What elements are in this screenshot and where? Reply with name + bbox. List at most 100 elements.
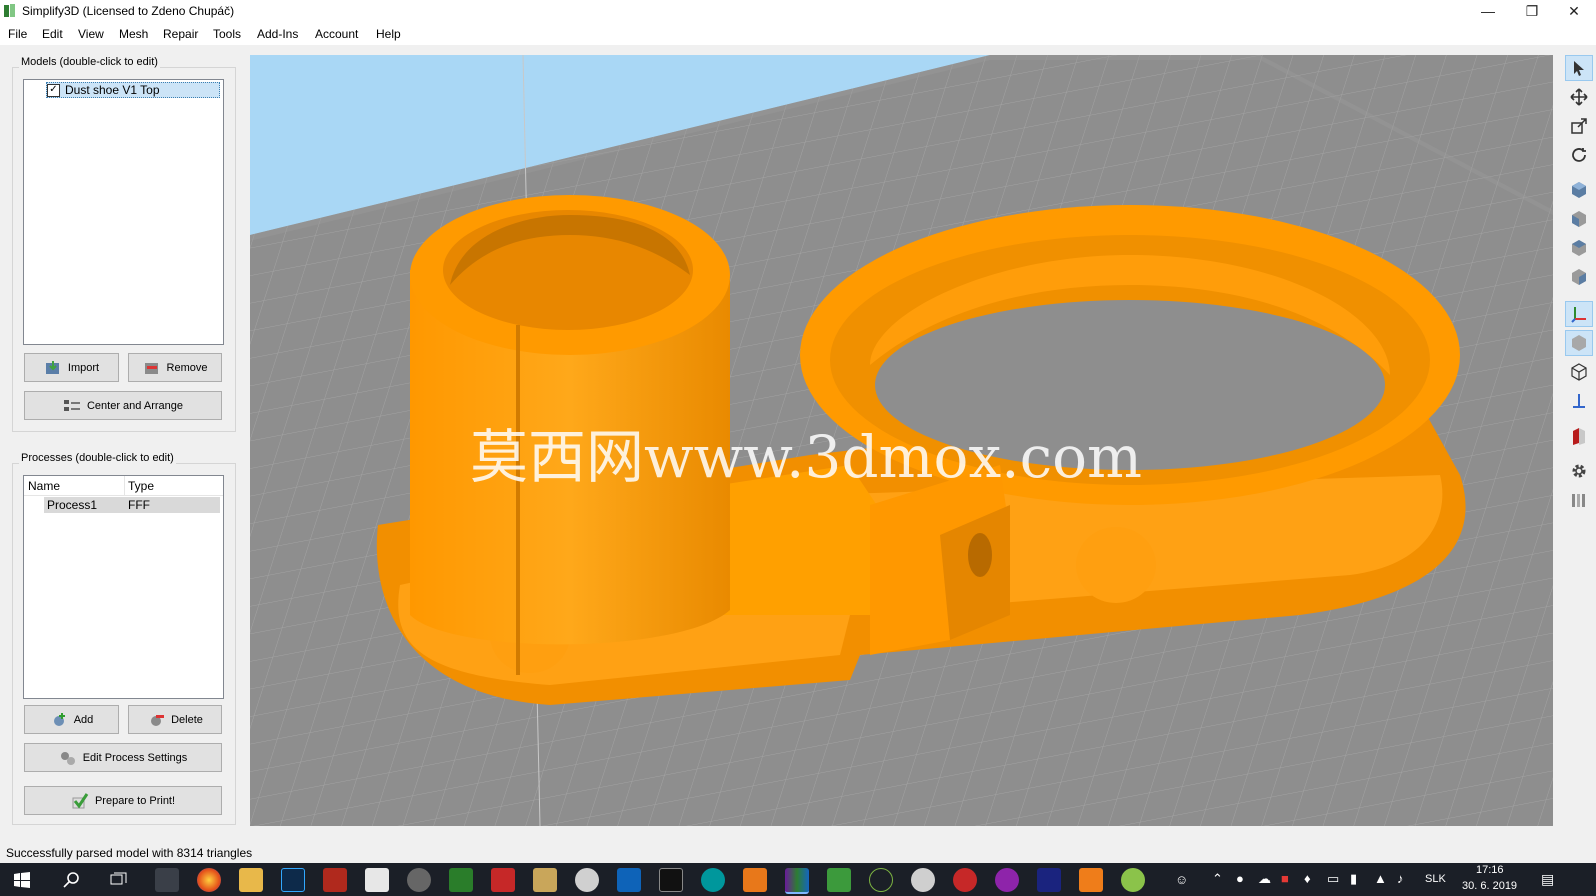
edit-process-label: Edit Process Settings (82, 751, 188, 764)
axes-icon (1571, 307, 1586, 323)
rotate-tool[interactable] (1565, 142, 1593, 168)
center-arrange-label: Center and Arrange (86, 399, 183, 412)
search-icon[interactable] (63, 871, 81, 889)
onedrive-icon[interactable]: ☁ (1258, 871, 1271, 887)
bottom-axis-toggle[interactable] (1565, 388, 1593, 414)
menu-account[interactable]: Account (315, 27, 358, 41)
menu-tools[interactable]: Tools (213, 27, 241, 41)
menu-edit[interactable]: Edit (42, 27, 63, 41)
table-row[interactable]: Process1 FFF (44, 497, 220, 513)
edit-process-settings-button[interactable]: Edit Process Settings (24, 743, 222, 772)
taskbar-app-flag[interactable] (1037, 868, 1061, 892)
defender-icon[interactable]: ♦ (1304, 871, 1311, 886)
taskbar-app-swirl[interactable] (995, 868, 1019, 892)
column-header-name[interactable]: Name (28, 479, 60, 493)
add-label: Add (73, 713, 94, 726)
simplify3d-taskbar-icon[interactable] (785, 868, 809, 894)
acrobat-icon[interactable] (323, 868, 347, 892)
column-divider (124, 476, 125, 495)
model-name: Dust shoe V1 Top (65, 83, 160, 97)
people-icon[interactable]: ☺ (1175, 872, 1188, 887)
terminal-icon[interactable] (659, 868, 683, 892)
volume-icon[interactable]: ♪ (1397, 871, 1404, 886)
clock-date[interactable]: 30. 6. 2019 (1462, 880, 1517, 892)
3d-viewport[interactable]: 莫西网www.3dmox.com (250, 55, 1553, 826)
view-iso-button[interactable] (1565, 177, 1593, 203)
remove-button[interactable]: Remove (128, 353, 222, 382)
menu-help[interactable]: Help (376, 27, 401, 41)
wifi-icon[interactable]: ▲ (1374, 871, 1387, 886)
arduino-icon[interactable] (701, 868, 725, 892)
status-bar: Successfully parsed model with 8314 tria… (0, 843, 1596, 863)
minimize-button[interactable]: — (1466, 0, 1510, 23)
taskbar-app-leaf[interactable] (869, 868, 893, 892)
column-header-type[interactable]: Type (128, 479, 154, 493)
import-icon (45, 360, 59, 374)
view-iso-icon (1572, 182, 1586, 198)
taskbar-app-keyboard[interactable] (155, 868, 179, 892)
menu-add-ins[interactable]: Add-Ins (257, 27, 298, 41)
chevron-up-icon[interactable]: ⌃ (1212, 871, 1223, 887)
notifications-icon[interactable]: ▤ (1541, 871, 1554, 888)
view-top-button[interactable] (1565, 235, 1593, 261)
view-side-button[interactable] (1565, 264, 1593, 290)
viber-icon[interactable]: ● (1236, 871, 1244, 886)
bed-view-button[interactable] (1565, 487, 1593, 513)
remove-icon (144, 362, 158, 374)
usb-icon[interactable]: ▭ (1327, 871, 1339, 887)
models-list[interactable]: ✓ Dust shoe V1 Top (23, 79, 224, 345)
taskbar-app-tool[interactable] (533, 868, 557, 892)
close-button[interactable]: ✕ (1552, 0, 1596, 23)
menu-repair[interactable]: Repair (163, 27, 198, 41)
taskbar-app-calendar[interactable] (365, 868, 389, 892)
add-process-button[interactable]: Add (24, 705, 119, 734)
delete-process-button[interactable]: Delete (128, 705, 222, 734)
watermark-text: 莫西网www.3dmox.com (470, 423, 1142, 491)
photoshop-icon[interactable] (281, 868, 305, 892)
clock-time[interactable]: 17:16 (1476, 864, 1504, 876)
taskbar-app-sheet[interactable] (827, 868, 851, 892)
firefox-icon[interactable] (197, 868, 221, 892)
battery-icon[interactable]: ▮ (1350, 871, 1357, 887)
task-view-icon[interactable] (110, 872, 128, 888)
taskbar-app-red[interactable] (953, 868, 977, 892)
view-front-button[interactable] (1565, 206, 1593, 232)
center-arrange-button[interactable]: Center and Arrange (24, 391, 222, 420)
scale-tool[interactable] (1565, 113, 1593, 139)
file-explorer-icon[interactable] (239, 868, 263, 892)
solidworks-icon[interactable] (491, 868, 515, 892)
menu-mesh[interactable]: Mesh (119, 27, 148, 41)
taskbar-app-mouse[interactable] (575, 868, 599, 892)
section-view-button[interactable] (1565, 423, 1593, 449)
taskbar-app-gear[interactable] (911, 868, 935, 892)
model-visibility-checkbox[interactable]: ✓ (47, 84, 60, 97)
language-indicator[interactable]: SLK (1425, 873, 1446, 885)
add-gear-icon (53, 712, 65, 726)
taskbar-app-lime[interactable] (1121, 868, 1145, 892)
move-icon (1570, 88, 1588, 106)
windows-start-icon[interactable] (14, 872, 30, 888)
wireframe-icon (1571, 363, 1587, 381)
processes-table[interactable]: Name Type Process1 FFF (23, 475, 224, 699)
prepare-to-print-button[interactable]: Prepare to Print! (24, 786, 222, 815)
solid-view-toggle[interactable] (1565, 330, 1593, 356)
processes-group-title: Processes (double-click to edit) (19, 452, 176, 464)
taskbar-app-circle[interactable] (407, 868, 431, 892)
wireframe-toggle[interactable] (1565, 359, 1593, 385)
mail-tray-icon[interactable]: ■ (1281, 871, 1289, 886)
vscode-icon[interactable] (617, 868, 641, 892)
process-type: FFF (128, 498, 150, 512)
taskbar-app-r[interactable] (743, 868, 767, 892)
machine-settings-button[interactable] (1565, 458, 1593, 484)
menu-view[interactable]: View (78, 27, 104, 41)
axes-toggle[interactable] (1565, 301, 1593, 327)
taskbar-app-green[interactable] (449, 868, 473, 892)
view-toolbar (1564, 55, 1596, 826)
section-icon (1573, 428, 1585, 445)
taskbar-app-f[interactable] (1079, 868, 1103, 892)
menu-file[interactable]: File (8, 27, 27, 41)
select-tool[interactable] (1565, 55, 1593, 81)
import-button[interactable]: Import (24, 353, 119, 382)
restore-button[interactable]: ❐ (1510, 0, 1554, 23)
move-tool[interactable] (1565, 84, 1593, 110)
